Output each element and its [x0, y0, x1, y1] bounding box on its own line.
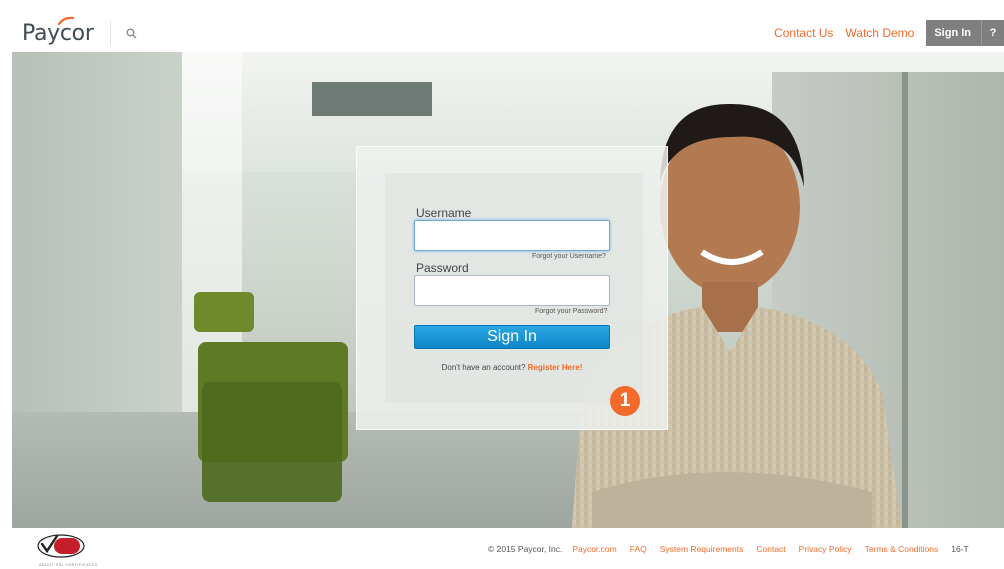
search-icon: [126, 28, 137, 38]
logo-swoosh-icon: [58, 16, 74, 26]
username-label: Username: [416, 206, 472, 220]
paycor-logo[interactable]: Paycor: [22, 14, 94, 52]
header-signin-label: Sign In: [934, 27, 971, 39]
footer-link-faq[interactable]: FAQ: [630, 544, 647, 554]
register-line: Don't have an account? Register Here!: [414, 363, 610, 372]
password-label: Password: [416, 261, 469, 275]
top-nav: Paycor Contact Us Watch Demo Sign In ?: [12, 14, 1004, 52]
footer-link-paycor[interactable]: Paycor.com: [572, 544, 616, 554]
footer-link-system-requirements[interactable]: System Requirements: [660, 544, 744, 554]
header-signin-button[interactable]: Sign In ?: [926, 20, 1004, 46]
password-field[interactable]: [414, 275, 610, 306]
watch-demo-link[interactable]: Watch Demo: [845, 26, 914, 40]
footer-links: © 2015 Paycor, Inc. Paycor.com FAQ Syste…: [488, 528, 969, 569]
ssl-caption: ABOUT SSL CERTIFICATES: [39, 562, 98, 567]
dark-beam: [312, 82, 432, 116]
footer-link-terms[interactable]: Terms & Conditions: [865, 544, 939, 554]
chair-seat: [202, 382, 342, 502]
sign-in-button[interactable]: Sign In: [414, 325, 610, 349]
header-divider: [109, 21, 111, 45]
footer-link-privacy[interactable]: Privacy Policy: [799, 544, 852, 554]
contact-us-link[interactable]: Contact Us: [774, 26, 833, 40]
register-link[interactable]: Register Here!: [528, 363, 583, 372]
forgot-password-link[interactable]: Forgot your Password?: [535, 308, 607, 315]
copyright: © 2015 Paycor, Inc.: [488, 543, 563, 554]
footer-link-contact[interactable]: Contact: [756, 544, 785, 554]
footer: ABOUT SSL CERTIFICATES © 2015 Paycor, In…: [12, 528, 1004, 569]
forgot-username-link[interactable]: Forgot your Username?: [532, 253, 606, 260]
search-button[interactable]: [117, 18, 147, 48]
username-field[interactable]: [414, 220, 610, 251]
step-badge: 1: [610, 386, 640, 416]
help-button[interactable]: ?: [982, 27, 1004, 39]
chair-back: [194, 292, 254, 332]
register-prompt: Don't have an account?: [441, 363, 526, 372]
verisign-seal-icon[interactable]: [36, 532, 86, 560]
version-label: 16-T: [951, 543, 969, 554]
